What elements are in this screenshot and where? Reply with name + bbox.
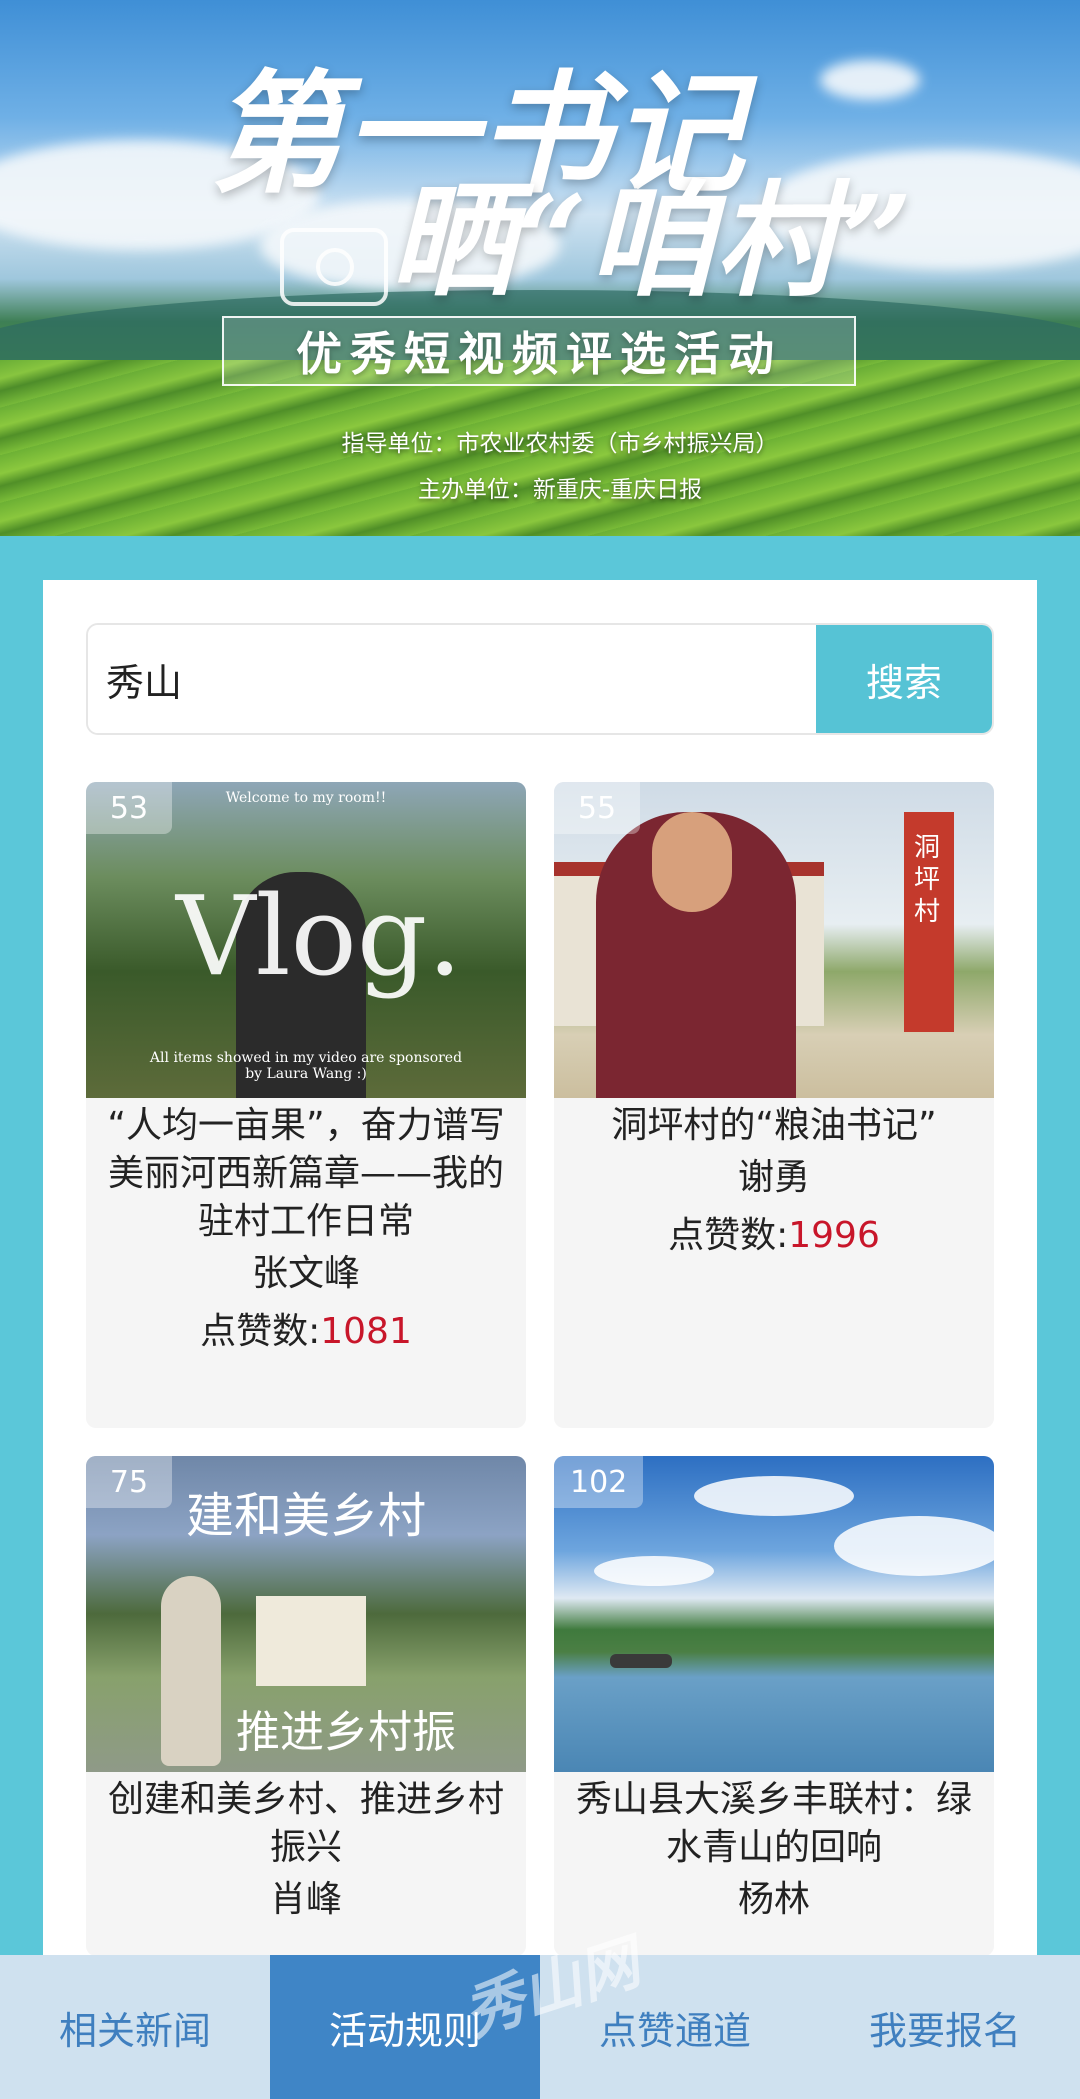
village-house	[256, 1596, 366, 1686]
video-card[interactable]: 102 秀山县大溪乡丰联村：绿水青山的回响 杨林	[554, 1456, 994, 1956]
video-title[interactable]: 秀山县大溪乡丰联村：绿水青山的回响	[554, 1772, 994, 1872]
banner-title-line2: 晒“咱村”	[390, 169, 915, 314]
video-title[interactable]: 创建和美乡村、推进乡村振兴	[86, 1772, 526, 1872]
video-author: 杨林	[737, 1879, 810, 1920]
search-bar: 搜索	[86, 623, 994, 735]
video-author: 肖峰	[269, 1879, 342, 1920]
bottom-tab-bar: 相关新闻 活动规则 点赞通道 我要报名	[0, 1955, 1080, 2099]
person-head	[652, 812, 732, 912]
like-count: 点赞数:1081	[86, 1302, 526, 1362]
village-sign-text: 洞坪村	[914, 833, 941, 927]
like-label: 点赞数:	[200, 1311, 321, 1352]
host-unit: 主办单位：新重庆-重庆日报	[417, 477, 703, 503]
thumbnail-calligraphy-bottom: 推进乡村振	[236, 1707, 456, 1758]
rank-badge: 55	[554, 782, 640, 834]
video-card[interactable]: 建和美乡村 推进乡村振 75 创建和美乡村、推进乡村振兴 肖峰	[86, 1456, 526, 1956]
video-card[interactable]: Welcome to my room!! Vlog. All items sho…	[86, 782, 526, 1428]
village-stone	[161, 1576, 221, 1766]
video-thumbnail[interactable]: 102	[554, 1456, 994, 1772]
boat	[610, 1654, 672, 1668]
guide-unit: 指导单位：市农业农村委（市乡村振兴局）	[341, 431, 779, 457]
banner-subtitle: 优秀短视频评选活动	[222, 316, 856, 386]
content-panel: 搜索 Welcome to my room!! Vlog. All items …	[43, 580, 1037, 2099]
banner: 第一书记 晒“咱村” 优秀短视频评选活动 指导单位：市农业农村委（市乡村振兴局）…	[0, 0, 1080, 536]
video-thumbnail[interactable]: 洞坪村 55	[554, 782, 994, 1098]
rank-badge: 75	[86, 1456, 172, 1508]
like-count: 点赞数:1996	[554, 1206, 994, 1266]
video-author: 谢勇	[737, 1157, 810, 1198]
thumbnail-caption-bottom: All items showed in my video are sponsor…	[149, 1050, 463, 1082]
video-card[interactable]: 洞坪村 55 洞坪村的“粮油书记” 谢勇 点赞数:1996	[554, 782, 994, 1428]
tab-sign-up[interactable]: 我要报名	[810, 1955, 1080, 2099]
rank-badge: 102	[554, 1456, 644, 1508]
video-thumbnail[interactable]: Welcome to my room!! Vlog. All items sho…	[86, 782, 526, 1098]
tab-activity-rules[interactable]: 活动规则	[270, 1955, 540, 2099]
thumbnail-vlog-text: Vlog.	[176, 872, 463, 1000]
tab-related-news[interactable]: 相关新闻	[0, 1955, 270, 2099]
like-number: 1081	[320, 1311, 412, 1352]
video-author: 张文峰	[251, 1253, 360, 1294]
video-title[interactable]: “人均一亩果”，奋力谱写美丽河西新篇章——我的驻村工作日常	[86, 1098, 526, 1246]
rank-badge: 53	[86, 782, 172, 834]
like-number: 1996	[788, 1215, 880, 1256]
video-thumbnail[interactable]: 建和美乡村 推进乡村振 75	[86, 1456, 526, 1772]
search-button[interactable]: 搜索	[816, 625, 992, 733]
like-label: 点赞数:	[668, 1215, 789, 1256]
tab-like-channel[interactable]: 点赞通道	[540, 1955, 810, 2099]
search-input[interactable]	[88, 625, 816, 733]
camera-icon	[280, 228, 388, 306]
video-title[interactable]: 洞坪村的“粮油书记”	[554, 1098, 994, 1150]
